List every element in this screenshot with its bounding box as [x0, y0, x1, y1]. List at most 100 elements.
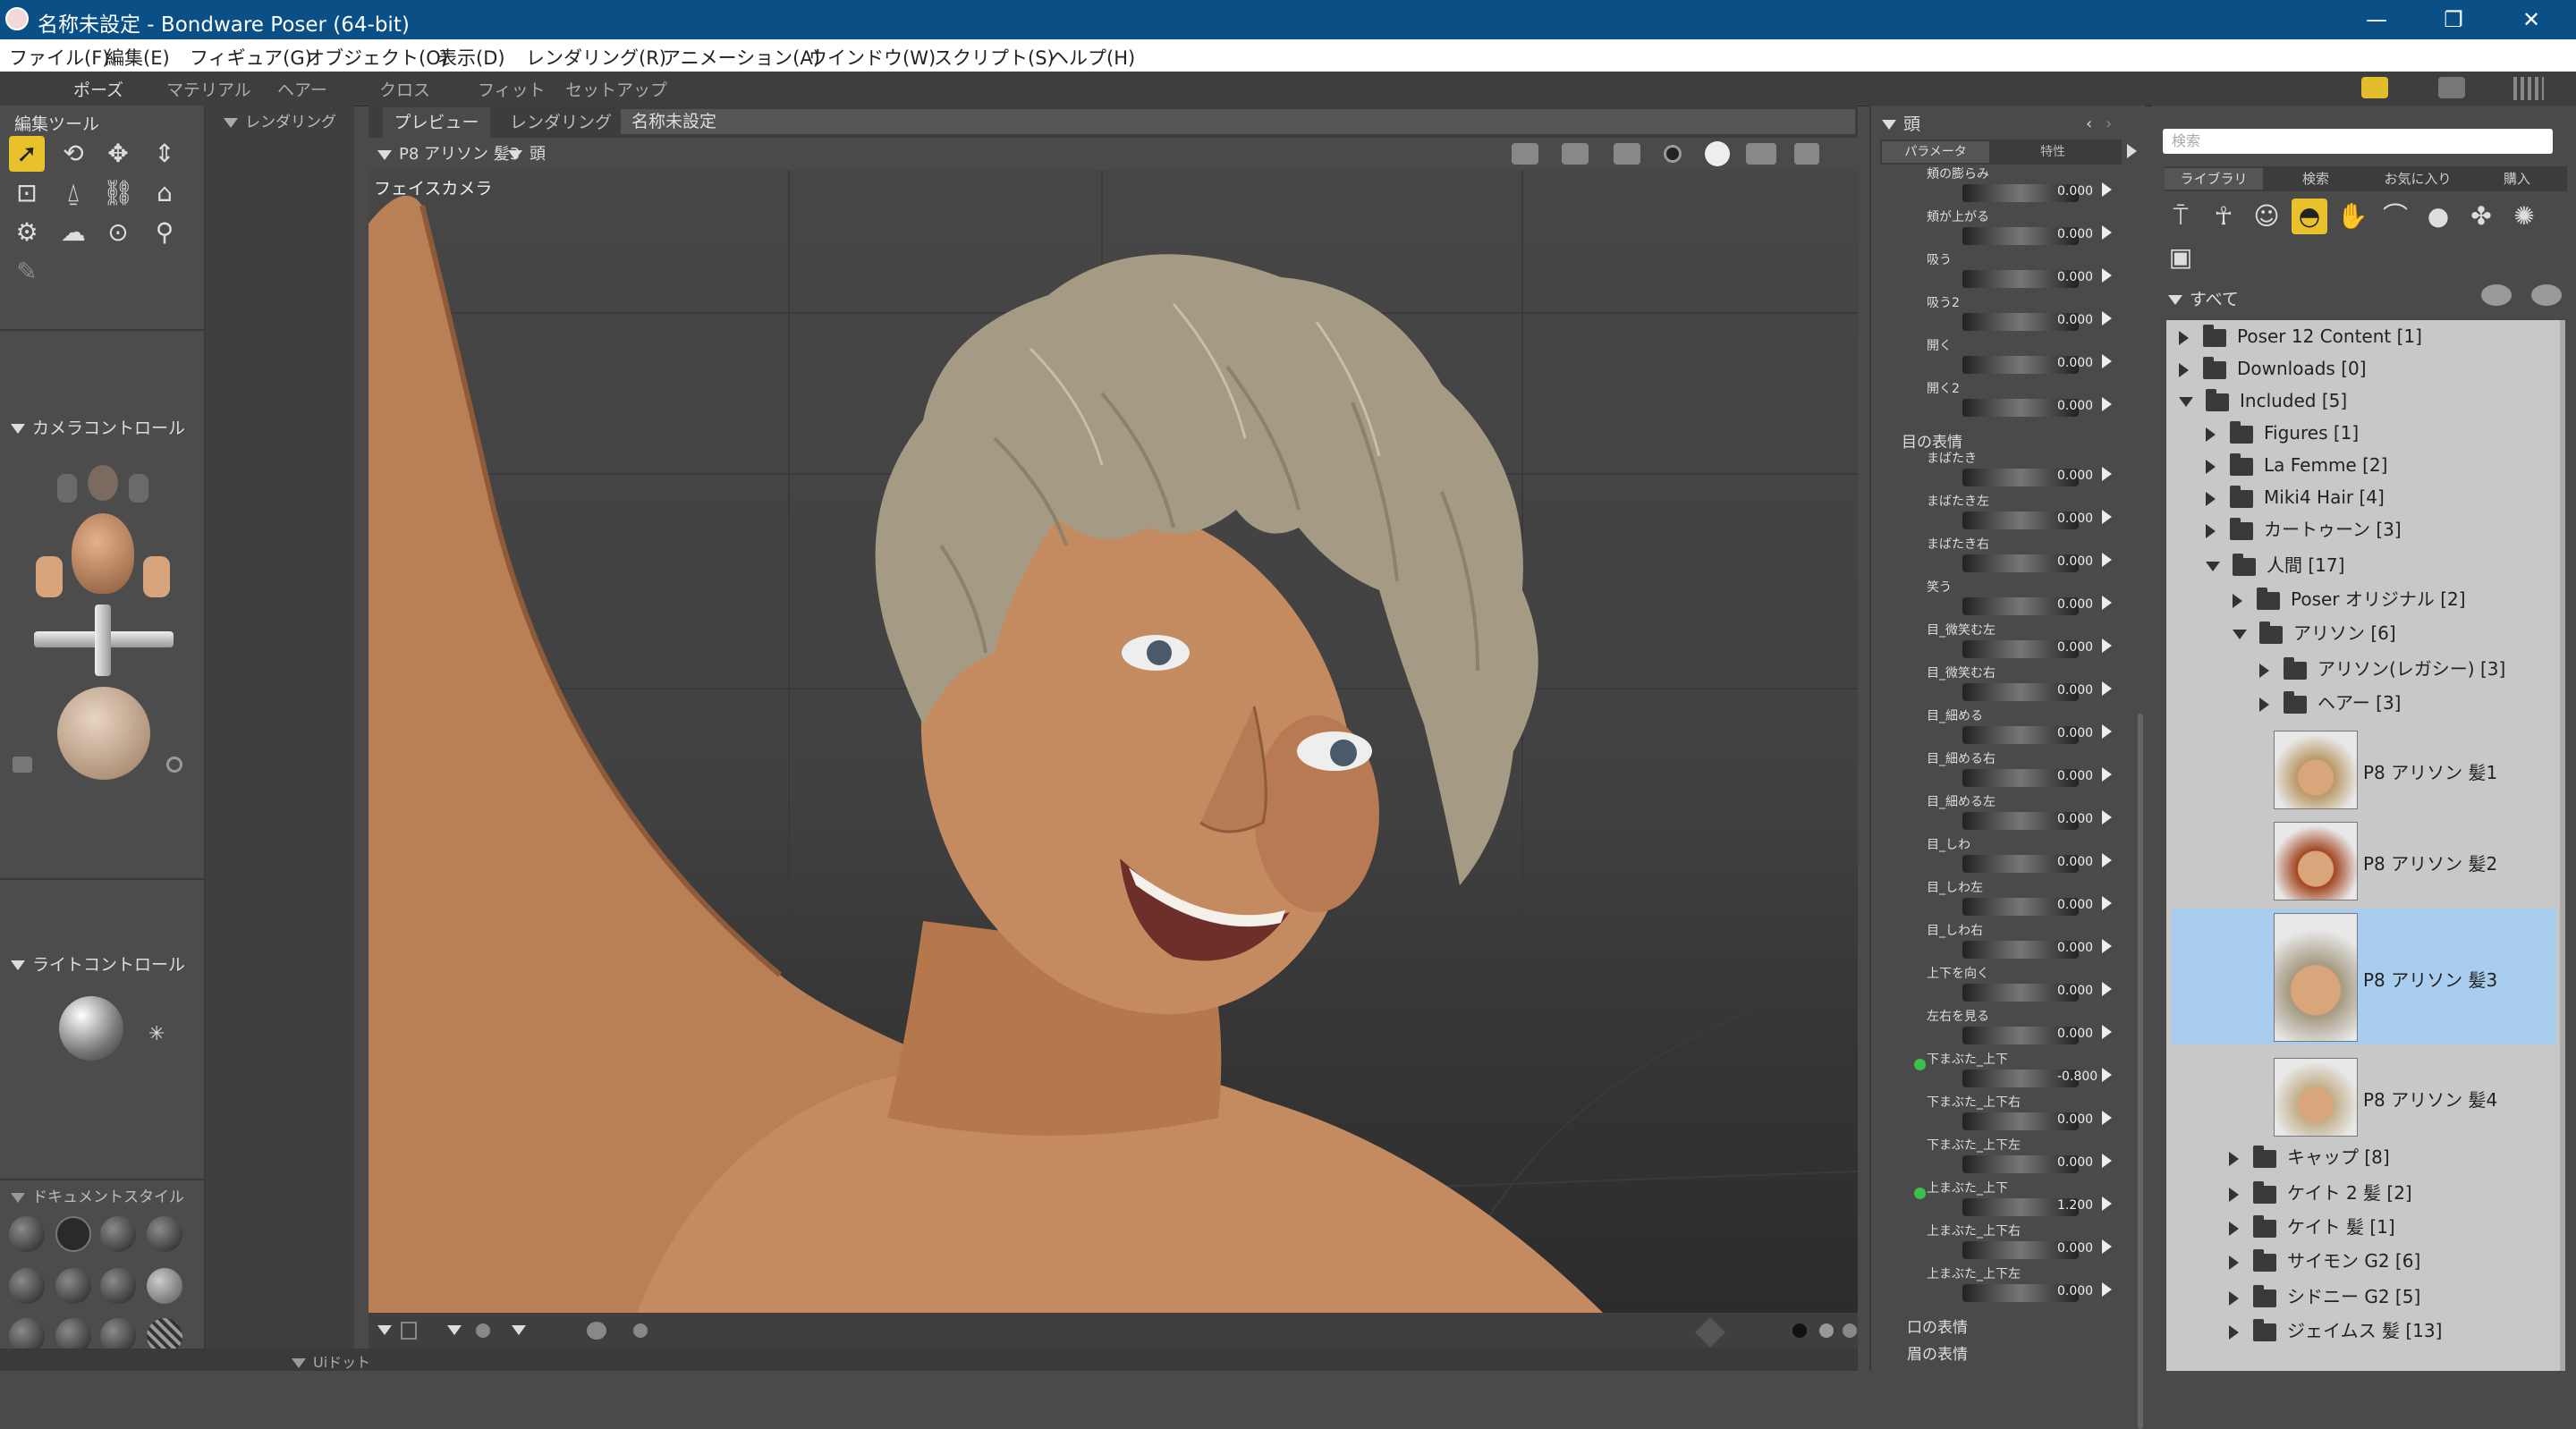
parameter-value[interactable]: 0.000	[2057, 941, 2093, 955]
style-hidden-line-icon[interactable]	[147, 1216, 182, 1252]
parameters-scrollbar[interactable]	[2138, 714, 2143, 1429]
style-flat-lined-icon[interactable]	[100, 1268, 136, 1304]
parameter-menu-arrow-icon[interactable]	[2102, 1282, 2112, 1297]
parameter-row[interactable]: 目_しわ 0.000	[1923, 835, 2120, 878]
library-folder[interactable]: キャップ [8]	[2229, 1141, 2390, 1173]
pen-icon[interactable]	[1695, 1317, 1725, 1348]
room-tab-fit[interactable]: フィット	[478, 77, 546, 101]
collapsed-arrow-icon[interactable]	[2229, 1324, 2239, 1340]
chain-break-icon[interactable]: ⛓	[100, 175, 136, 211]
parameter-menu-arrow-icon[interactable]	[2102, 397, 2112, 411]
parameter-value[interactable]: 0.000	[2057, 855, 2093, 869]
parameter-row[interactable]: 頬の膨らみ 0.000	[1923, 165, 2120, 207]
library-folder[interactable]: Poser 12 Content [1]	[2179, 320, 2422, 352]
parameter-menu-arrow-icon[interactable]	[2102, 982, 2112, 996]
taper-tool-icon[interactable]: ⍙	[55, 175, 91, 211]
layout-2-icon[interactable]	[1819, 1323, 1834, 1338]
render-camera-icon[interactable]	[1512, 143, 1538, 165]
camera-head-icon[interactable]	[72, 513, 134, 594]
parameter-value[interactable]: 0.000	[2057, 469, 2093, 483]
parameter-value[interactable]: 0.000	[2057, 1155, 2093, 1170]
direct-manipulation-icon[interactable]: ✎	[9, 254, 45, 290]
parameter-value[interactable]: 0.000	[2057, 726, 2093, 740]
add-folder-icon[interactable]	[2481, 284, 2512, 306]
room-tab-setup[interactable]: セットアップ	[565, 77, 667, 101]
cameras-category-icon[interactable]: ✤	[2463, 199, 2499, 234]
menu-script[interactable]: スクリプト(S)	[934, 44, 1055, 71]
message-icon[interactable]	[2438, 77, 2465, 98]
scale-tool-icon[interactable]: ⊡	[9, 175, 45, 211]
parameter-value[interactable]: 1.200	[2057, 1198, 2093, 1213]
menu-file[interactable]: ファイル(F)	[9, 44, 109, 71]
parameter-menu-arrow-icon[interactable]	[2102, 1025, 2112, 1039]
collapsed-arrow-icon[interactable]	[2206, 491, 2216, 506]
layout-1-icon[interactable]	[1792, 1323, 1807, 1338]
menu-window[interactable]: ウインドウ(W)	[809, 44, 936, 71]
parameter-value[interactable]: 0.000	[2057, 1241, 2093, 1256]
collapsed-arrow-icon[interactable]	[2229, 1151, 2239, 1166]
library-folder[interactable]: Downloads [0]	[2179, 352, 2367, 385]
morphing-tool-icon[interactable]: ☁	[55, 215, 91, 250]
library-folder[interactable]: Poser オリジナル [2]	[2233, 583, 2466, 615]
select-tool-icon[interactable]: ➚	[9, 136, 45, 172]
parameter-value[interactable]: 0.000	[2057, 184, 2093, 199]
parameter-row[interactable]: まばたき左 0.000	[1923, 492, 2120, 535]
parameter-menu-arrow-icon[interactable]	[2102, 596, 2112, 610]
parameter-menu-arrow-icon[interactable]	[2102, 638, 2112, 653]
parameter-row[interactable]: 目_細める 0.000	[1923, 706, 2120, 749]
parameter-menu-arrow-icon[interactable]	[2102, 767, 2112, 782]
previous-actor-icon[interactable]: ‹	[2086, 114, 2092, 133]
film-icon[interactable]	[1794, 143, 1819, 165]
area-render-icon[interactable]	[1562, 143, 1589, 165]
collapsed-arrow-icon[interactable]	[2259, 697, 2269, 712]
light-sphere-icon[interactable]	[59, 996, 123, 1061]
parameter-value[interactable]: 0.000	[2057, 512, 2093, 526]
parameter-value[interactable]: 0.000	[2057, 1027, 2093, 1041]
parameter-menu-arrow-icon[interactable]	[2102, 1068, 2112, 1082]
camera-control-widget[interactable]	[13, 452, 182, 882]
body-part-select[interactable]: 頭	[508, 141, 546, 165]
tracking-icon[interactable]	[447, 1325, 462, 1335]
render-preview-icon[interactable]	[633, 1323, 648, 1338]
library-folder[interactable]: アリソン [6]	[2233, 617, 2396, 649]
collapsed-arrow-icon[interactable]	[2206, 427, 2216, 442]
parameter-value[interactable]: 0.000	[2057, 554, 2093, 569]
parameter-row[interactable]: 左右を見る 0.000	[1923, 1007, 2120, 1050]
chat-icon[interactable]	[2361, 77, 2388, 98]
record-icon[interactable]	[166, 757, 182, 773]
parameter-menu-arrow-icon[interactable]	[2102, 939, 2112, 953]
menu-render[interactable]: レンダリング(R)	[526, 44, 666, 71]
poses-category-icon[interactable]: ☥	[2206, 199, 2241, 234]
library-folder[interactable]: カートゥーン [3]	[2206, 513, 2402, 545]
trackball-icon[interactable]	[57, 687, 150, 780]
library-folder[interactable]: Figures [1]	[2206, 417, 2359, 449]
camera-icon[interactable]	[13, 757, 32, 773]
parameter-value[interactable]: 0.000	[2057, 356, 2093, 370]
color-tool-icon[interactable]: ⌂	[147, 175, 182, 211]
parameter-row[interactable]: 目_しわ右 0.000	[1923, 921, 2120, 964]
collapsed-arrow-icon[interactable]	[2229, 1255, 2239, 1270]
parameter-value[interactable]: 0.000	[2057, 1284, 2093, 1298]
collapsed-arrow-icon[interactable]	[2229, 1187, 2239, 1202]
materials-category-icon[interactable]: ✺	[2506, 199, 2542, 234]
expanded-arrow-icon[interactable]	[2233, 630, 2247, 639]
tab-preview[interactable]: プレビュー	[383, 107, 490, 138]
room-tab-cloth[interactable]: クロス	[379, 77, 430, 101]
parameter-row[interactable]: 吸う 0.000	[1923, 250, 2120, 293]
parameter-row[interactable]: 下まぶた_上下右 0.000	[1923, 1093, 2120, 1136]
library-folder[interactable]: 人間 [17]	[2206, 549, 2344, 581]
library-folder[interactable]: ケイト 2 髪 [2]	[2229, 1177, 2412, 1209]
parameter-menu-arrow-icon[interactable]	[2102, 225, 2112, 240]
light-sun-icon[interactable]: ✳	[148, 1023, 165, 1045]
library-folder[interactable]: サイモン G2 [6]	[2229, 1245, 2420, 1277]
collapse-arrow-icon[interactable]	[11, 424, 25, 434]
library-root[interactable]: すべて	[2168, 286, 2239, 310]
library-folder[interactable]: ケイト 髪 [1]	[2229, 1211, 2395, 1243]
parameter-row[interactable]: 上まぶた_上下 1.200	[1914, 1179, 2120, 1222]
content-shop-icon[interactable]	[2513, 77, 2544, 100]
props-category-icon[interactable]: ⌒	[2377, 199, 2413, 234]
tab-favorites[interactable]: お気に入り	[2368, 168, 2467, 190]
hands-category-icon[interactable]: ✋	[2334, 199, 2370, 234]
parameter-menu-arrow-icon[interactable]	[2102, 810, 2112, 824]
document-viewport[interactable]: フェイスカメラ	[369, 170, 1858, 1313]
